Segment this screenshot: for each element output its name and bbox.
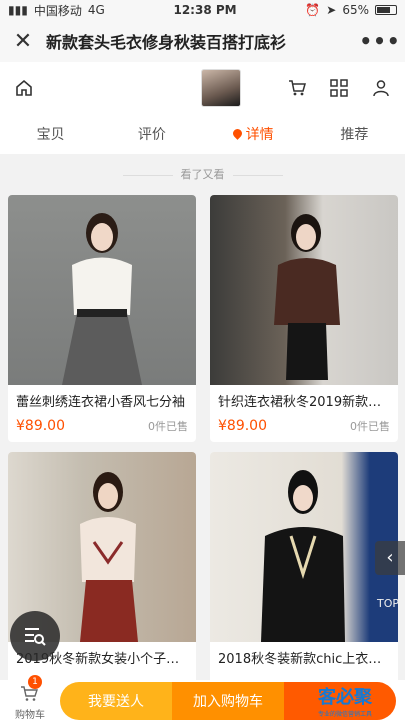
tab-details[interactable]: 详情 (203, 124, 304, 144)
product-card[interactable]: 蕾丝刺绣连衣裙小香风七分袖 ¥89.00 0件已售 (8, 195, 196, 442)
home-icon[interactable] (14, 78, 34, 98)
section-title: 看了又看 (0, 166, 405, 182)
product-price: ¥89.00 (16, 418, 65, 434)
title-bar: ✕ 新款套头毛衣修身秋装百搭打底衫 ••• (0, 20, 405, 62)
location-pin-icon (230, 127, 244, 140)
product-grid: 蕾丝刺绣连衣裙小香风七分袖 ¥89.00 0件已售 针织连衣裙秋冬2019新款女… (8, 195, 399, 699)
tab-reviews[interactable]: 评价 (101, 124, 202, 144)
chevron-left-icon: ‹ (386, 547, 394, 568)
status-bar: ▮▮▮ 中国移动 4G 12:38 PM ⏰ ➤ 65% (0, 0, 405, 20)
product-image (210, 452, 398, 642)
tab-item[interactable]: 宝贝 (0, 124, 101, 144)
collapse-sidebar-button[interactable]: ‹ (375, 541, 405, 575)
alarm-icon: ⏰ (305, 3, 321, 17)
product-sold: 0件已售 (350, 420, 390, 433)
product-name: 2018秋冬装新款chic上衣针织衫 (218, 652, 398, 667)
product-name: 蕾丝刺绣连衣裙小香风七分袖 (16, 395, 186, 410)
signal-icon: ▮▮▮ (8, 3, 28, 17)
product-card[interactable]: 2019秋冬新款女装小个子毛衣 (8, 452, 196, 699)
tab-label: 推荐 (340, 127, 369, 143)
watermark-text: 客必聚 (318, 687, 372, 708)
tab-label: 详情 (245, 127, 274, 143)
battery-percent: 65% (342, 3, 369, 17)
filter-list-icon (25, 628, 46, 646)
product-sold: 0件已售 (148, 420, 188, 433)
carrier-label: 中国移动 (33, 3, 82, 18)
cart-label: 购物车 (15, 710, 45, 721)
cart-button[interactable]: 1 购物车 (0, 675, 60, 721)
product-thumbnail[interactable] (200, 69, 241, 107)
product-name: 针织连衣裙秋冬2019新款女装 (218, 395, 395, 410)
add-to-cart-button[interactable]: 加入购物车 (172, 682, 284, 720)
time-label: 12:38 PM (173, 3, 237, 17)
top-nav (0, 62, 405, 114)
gift-button[interactable]: 我要送人 (60, 682, 172, 720)
detail-tabs: 宝贝 评价 详情 推荐 (0, 114, 405, 154)
page-title: 新款套头毛衣修身秋装百搭打底衫 (46, 33, 287, 52)
location-icon: ➤ (326, 3, 337, 17)
product-image (8, 195, 196, 385)
network-label: 4G (87, 3, 105, 17)
product-image (210, 195, 398, 385)
filter-button[interactable] (10, 611, 60, 661)
product-price: ¥89.00 (218, 418, 267, 434)
tab-recommend[interactable]: 推荐 (304, 124, 405, 144)
product-card[interactable]: 2018秋冬装新款chic上衣针织衫 (210, 452, 398, 699)
category-grid-icon[interactable] (329, 78, 349, 98)
product-card[interactable]: 针织连衣裙秋冬2019新款女装 ¥89.00 0件已售 (210, 195, 398, 442)
more-options-icon[interactable]: ••• (355, 29, 405, 53)
watermark-subtext: 专业的微信营销工具 (317, 711, 372, 718)
close-icon[interactable]: ✕ (0, 29, 46, 54)
cart-count-badge: 1 (28, 675, 42, 689)
back-to-top-button[interactable]: TOP (377, 597, 399, 610)
user-icon[interactable] (371, 78, 391, 98)
tab-label: 评价 (137, 127, 166, 143)
cart-icon[interactable] (287, 78, 307, 98)
watermark-logo: 客必聚 专业的微信营销工具 (289, 683, 401, 719)
tab-label: 宝贝 (36, 127, 65, 143)
battery-icon (374, 5, 397, 15)
